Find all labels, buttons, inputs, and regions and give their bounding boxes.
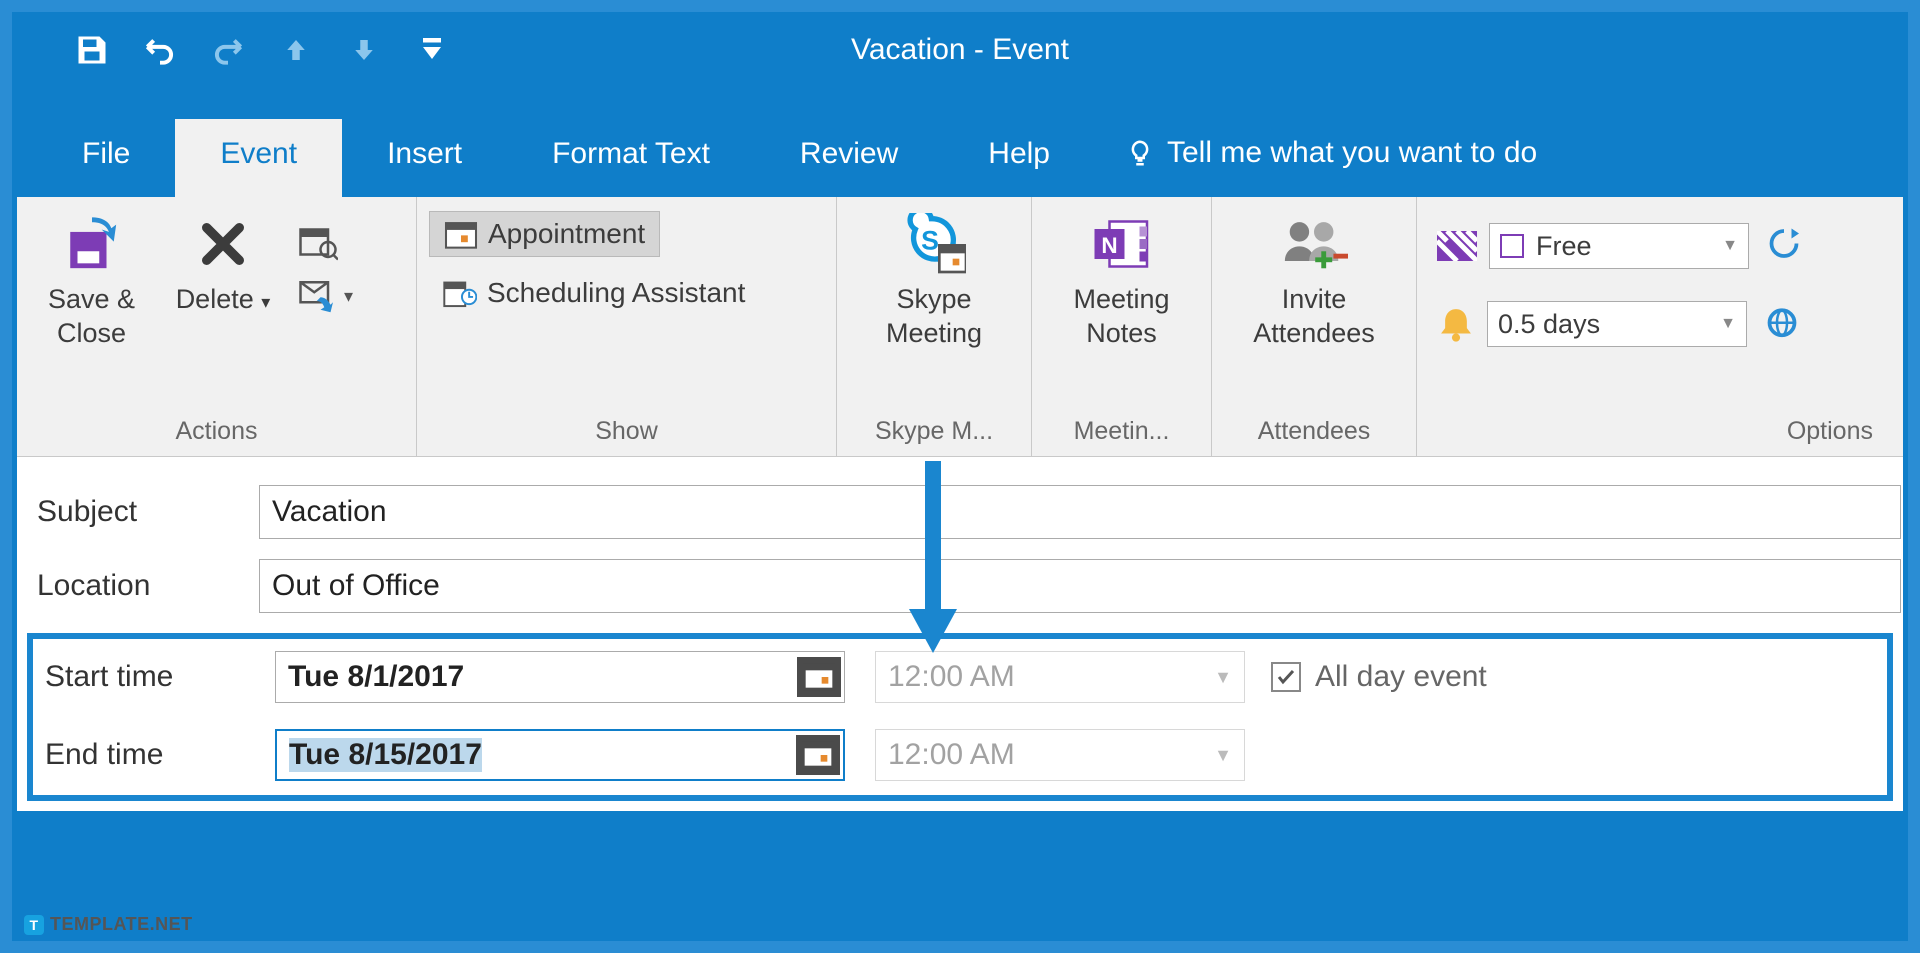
start-date-input[interactable]: Tue 8/1/2017: [275, 651, 845, 703]
tab-event[interactable]: Event: [175, 119, 342, 197]
location-input[interactable]: Out of Office: [259, 559, 1901, 613]
chevron-down-icon: ▼: [1214, 745, 1232, 766]
subject-label: Subject: [29, 495, 259, 529]
calendar-picker-icon[interactable]: [797, 657, 841, 697]
group-show-label: Show: [417, 413, 836, 456]
template-badge-icon: T: [24, 915, 44, 935]
group-attendees-label: Attendees: [1212, 413, 1416, 456]
save-close-button[interactable]: Save & Close: [29, 207, 154, 351]
group-skype: S Skype Meeting Skype M...: [837, 197, 1032, 456]
time-highlight-box: Start time Tue 8/1/2017 12:00 AM ▼: [27, 633, 1893, 801]
group-options: Free ▼ 0.5 days: [1417, 197, 1903, 456]
save-icon[interactable]: [72, 30, 112, 70]
reminder-bell-icon: [1437, 306, 1475, 342]
tell-me-label: Tell me what you want to do: [1167, 136, 1537, 170]
ribbon: Save & Close Delete ▾: [17, 197, 1903, 457]
calendar-picker-icon[interactable]: [796, 735, 840, 775]
lightbulb-icon: [1125, 135, 1155, 171]
tab-insert[interactable]: Insert: [342, 119, 507, 197]
appointment-button[interactable]: Appointment: [429, 211, 660, 257]
ribbon-tabs: File Event Insert Format Text Review Hel…: [17, 87, 1903, 197]
scheduling-icon: [443, 278, 477, 308]
free-swatch-icon: [1500, 234, 1524, 258]
meeting-notes-button[interactable]: N Meeting Notes: [1044, 207, 1199, 351]
group-actions-label: Actions: [17, 413, 416, 456]
tab-format-text[interactable]: Format Text: [507, 119, 755, 197]
invite-attendees-button[interactable]: Invite Attendees: [1224, 207, 1404, 351]
chevron-down-icon: ▼: [1214, 667, 1232, 688]
appointment-icon: [444, 219, 478, 249]
invite-attendees-label: Invite Attendees: [1224, 283, 1404, 351]
group-attendees: Invite Attendees Attendees: [1212, 197, 1417, 456]
showas-icon: [1437, 231, 1477, 261]
subject-input[interactable]: Vacation: [259, 485, 1901, 539]
all-day-label: All day event: [1315, 660, 1487, 694]
group-show: Appointment Scheduling Assistant Show: [417, 197, 837, 456]
undo-icon[interactable]: [140, 30, 180, 70]
group-options-label: Options: [1417, 413, 1903, 456]
skype-icon: S: [902, 213, 966, 275]
qat-customize-icon[interactable]: [412, 30, 452, 70]
start-time-input[interactable]: 12:00 AM ▼: [875, 651, 1245, 703]
onenote-icon: N: [1092, 213, 1152, 275]
arrow-down-icon[interactable]: [344, 30, 384, 70]
forward-button[interactable]: ▾: [298, 279, 353, 313]
tell-me-search[interactable]: Tell me what you want to do: [1095, 117, 1557, 197]
quick-access-toolbar: [17, 30, 452, 70]
chevron-down-icon: ▼: [1722, 237, 1738, 255]
scheduling-assistant-button[interactable]: Scheduling Assistant: [429, 271, 759, 315]
end-time-label: End time: [37, 738, 275, 772]
watermark: T TEMPLATE.NET: [24, 914, 193, 935]
all-day-checkbox[interactable]: All day event: [1271, 660, 1487, 694]
showas-dropdown[interactable]: Free ▼: [1489, 223, 1749, 269]
tab-file[interactable]: File: [37, 119, 175, 197]
end-date-input[interactable]: Tue 8/15/2017: [275, 729, 845, 781]
location-label: Location: [29, 569, 259, 603]
meeting-notes-label: Meeting Notes: [1044, 283, 1199, 351]
group-skype-label: Skype M...: [837, 413, 1031, 456]
skype-meeting-label: Skype Meeting: [849, 283, 1019, 351]
end-time-input[interactable]: 12:00 AM ▼: [875, 729, 1245, 781]
recurrence-icon[interactable]: [1769, 226, 1799, 266]
timezones-icon[interactable]: [1767, 304, 1797, 344]
tab-help[interactable]: Help: [943, 119, 1095, 197]
redo-icon[interactable]: [208, 30, 248, 70]
start-time-label: Start time: [37, 660, 275, 694]
tab-review[interactable]: Review: [755, 119, 943, 197]
svg-text:S: S: [921, 225, 939, 255]
appointment-label: Appointment: [488, 218, 645, 250]
chevron-down-icon: ▼: [1720, 315, 1736, 333]
save-close-label: Save & Close: [29, 283, 154, 351]
attendees-icon: [1280, 213, 1348, 275]
showas-value: Free: [1536, 231, 1592, 262]
window-title: Vacation - Event: [851, 33, 1069, 67]
delete-button[interactable]: Delete ▾: [158, 207, 288, 317]
calendar-lens-icon[interactable]: [298, 223, 353, 261]
title-bar: Vacation - Event: [17, 12, 1903, 87]
forward-icon: [298, 279, 338, 313]
group-actions: Save & Close Delete ▾: [17, 197, 417, 456]
reminder-value: 0.5 days: [1498, 309, 1600, 340]
svg-text:N: N: [1101, 233, 1117, 258]
delete-icon: [195, 213, 251, 275]
group-meeting-notes: N Meeting Notes Meetin...: [1032, 197, 1212, 456]
event-form: Subject Vacation Location Out of Office …: [17, 457, 1903, 811]
group-meeting-notes-label: Meetin...: [1032, 413, 1211, 456]
skype-meeting-button[interactable]: S Skype Meeting: [849, 207, 1019, 351]
arrow-up-icon[interactable]: [276, 30, 316, 70]
save-close-icon: [63, 213, 121, 275]
reminder-dropdown[interactable]: 0.5 days ▼: [1487, 301, 1747, 347]
scheduling-label: Scheduling Assistant: [487, 277, 745, 309]
checkbox-checked-icon: [1271, 662, 1301, 692]
